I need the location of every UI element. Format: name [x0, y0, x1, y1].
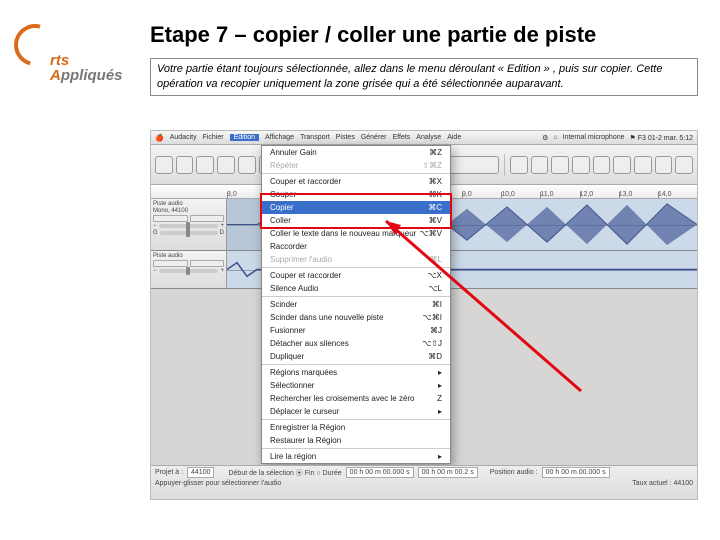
tool-button[interactable]: [572, 156, 590, 174]
track-header[interactable]: Piste audio Mono, 44100 − + G D: [151, 199, 227, 250]
track-name: Piste audio: [153, 201, 224, 207]
gain-slider[interactable]: [159, 224, 219, 228]
menu-item: Répéter⇧⌘Z: [262, 159, 450, 172]
project-rate-field[interactable]: 44100: [187, 467, 214, 478]
menu-item[interactable]: Couper et raccorder⌥X: [262, 269, 450, 282]
actual-rate-label: Taux actuel : 44100: [632, 480, 693, 487]
menu-transport[interactable]: Transport: [300, 134, 330, 141]
menu-pistes[interactable]: Pistes: [336, 134, 355, 141]
menu-audacity[interactable]: Audacity: [170, 134, 197, 141]
skip-end-button[interactable]: [238, 156, 256, 174]
tool-button[interactable]: [593, 156, 611, 174]
audio-position-field[interactable]: 00 h 00 m 00.000 s: [542, 467, 610, 478]
logo: rts Appliqués: [14, 24, 134, 94]
hint-label: Appuyer-glisser pour sélectionner l'audi…: [155, 480, 281, 487]
menu-aide[interactable]: Aide: [447, 134, 461, 141]
mute-button[interactable]: [153, 215, 188, 222]
menu-item[interactable]: Restaurer la Région: [262, 434, 450, 447]
page-title: Etape 7 – copier / coller une partie de …: [150, 22, 596, 48]
menu-item[interactable]: Coller⌘V: [262, 214, 450, 227]
play-button[interactable]: [176, 156, 194, 174]
menu-item[interactable]: Copier⌘C: [262, 201, 450, 214]
menu-item[interactable]: Enregistrer la Région: [262, 421, 450, 434]
selection-start-field[interactable]: 00 h 00 m 00.000 s: [346, 467, 414, 478]
solo-button[interactable]: [190, 215, 225, 222]
tool-button[interactable]: [655, 156, 673, 174]
menu-affichage[interactable]: Affichage: [265, 134, 294, 141]
minus-icon: −: [153, 223, 157, 229]
edition-dropdown-menu: Annuler Gain⌘ZRépéter⇧⌘Z Couper et raccor…: [261, 145, 451, 464]
menu-item[interactable]: Annuler Gain⌘Z: [262, 146, 450, 159]
tool-button[interactable]: [634, 156, 652, 174]
menu-item[interactable]: Silence Audio⌥L: [262, 282, 450, 295]
track-header[interactable]: Piste audio −+: [151, 251, 227, 288]
menu-item[interactable]: Couper et raccorder⌘X: [262, 175, 450, 188]
mac-apple-icon[interactable]: 🍎: [155, 134, 164, 142]
menu-item[interactable]: Coller le texte dans le nouveau marqueur…: [262, 227, 450, 240]
pan-slider[interactable]: [160, 231, 218, 235]
menu-effets[interactable]: Effets: [393, 134, 411, 141]
pan-r-icon: D: [220, 230, 224, 236]
stop-button[interactable]: [196, 156, 214, 174]
ruler-tick: 9,0: [462, 191, 501, 198]
ruler-tick: 11,0: [540, 191, 579, 198]
pan-l-icon: G: [153, 230, 158, 236]
screenshot: 🍎 Audacity Fichier Edition Affichage Tra…: [150, 130, 698, 500]
ruler-tick: 14,0: [658, 191, 697, 198]
menu-item[interactable]: Couper⌘K: [262, 188, 450, 201]
solo-button[interactable]: [190, 260, 225, 267]
menu-fichier[interactable]: Fichier: [203, 134, 224, 141]
selection-label: Début de la sélection ⦿ Fin ○ Durée: [228, 468, 341, 478]
ruler-tick: 10,0: [501, 191, 540, 198]
audio-position-label: Position audio :: [490, 469, 538, 476]
menu-item[interactable]: Fusionner⌘J: [262, 324, 450, 337]
instructions: Votre partie étant toujours sélectionnée…: [150, 58, 698, 96]
input-device-label: Internal microphone: [563, 134, 625, 142]
tool-button[interactable]: [675, 156, 693, 174]
menu-item[interactable]: Rechercher les croisements avec le zéroZ: [262, 392, 450, 405]
status-bar: Projet à : 44100 Début de la sélection ⦿…: [151, 465, 697, 499]
tool-button[interactable]: [510, 156, 528, 174]
menu-item[interactable]: Scinder dans une nouvelle piste⌥⌘I: [262, 311, 450, 324]
menu-analyse[interactable]: Analyse: [416, 134, 441, 141]
ruler-tick: 12,0: [580, 191, 619, 198]
menu-edition[interactable]: Edition: [230, 134, 259, 141]
track-type: Mono, 44100: [153, 208, 224, 214]
project-rate-label: Projet à :: [155, 469, 183, 476]
pause-button[interactable]: [155, 156, 173, 174]
tool-button[interactable]: [551, 156, 569, 174]
menu-generer[interactable]: Générer: [361, 134, 387, 141]
menu-item[interactable]: Raccorder: [262, 240, 450, 253]
menu-item[interactable]: Scinder⌘I: [262, 298, 450, 311]
menu-item[interactable]: Dupliquer⌘D: [262, 350, 450, 363]
mac-menubar: 🍎 Audacity Fichier Edition Affichage Tra…: [151, 131, 697, 145]
gain-slider[interactable]: [159, 269, 219, 273]
tool-button[interactable]: [531, 156, 549, 174]
menu-item: Supprimer l'audio⌘L: [262, 253, 450, 266]
tool-button[interactable]: [613, 156, 631, 174]
selection-end-field[interactable]: 00 h 00 m 00.2 s: [418, 467, 478, 478]
track-name: Piste audio: [153, 253, 224, 259]
menu-item[interactable]: Sélectionner: [262, 379, 450, 392]
logo-text-2: Appliqués: [50, 67, 123, 84]
clock-label: ⚑ F3 01-2 mar. 5:12: [630, 134, 693, 142]
menu-item[interactable]: Déplacer le curseur: [262, 405, 450, 418]
menu-item[interactable]: Lire la région: [262, 450, 450, 463]
mute-button[interactable]: [153, 260, 188, 267]
status-icon: ⚙: [542, 134, 548, 142]
plus-icon: +: [220, 223, 224, 229]
skip-start-button[interactable]: [217, 156, 235, 174]
status-icon: ⌂: [553, 134, 557, 142]
menu-item[interactable]: Détacher aux silences⌥⇧J: [262, 337, 450, 350]
ruler-tick: 13,0: [619, 191, 658, 198]
menu-item[interactable]: Régions marquées: [262, 366, 450, 379]
